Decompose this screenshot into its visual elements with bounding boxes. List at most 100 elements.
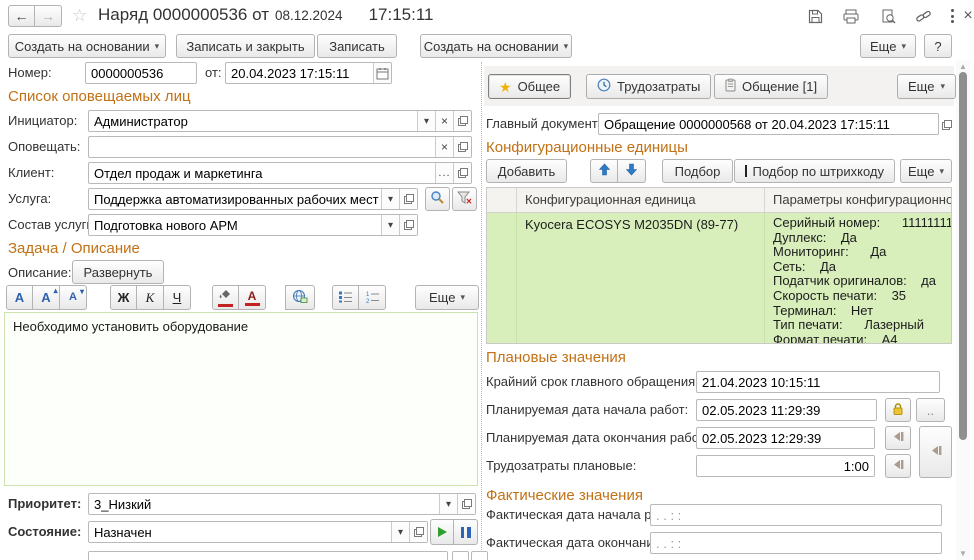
panel-splitter[interactable] [481, 62, 482, 560]
scroll-up-icon[interactable]: ▲ [956, 62, 970, 71]
calendar-icon[interactable] [373, 63, 391, 83]
pause-button[interactable] [454, 519, 478, 545]
initiator-field[interactable]: Администратор ▾ × [88, 110, 472, 132]
expand-button[interactable]: Развернуть [72, 260, 164, 284]
scrollbar-thumb[interactable] [959, 72, 967, 440]
open-icon[interactable] [453, 163, 471, 183]
state-field[interactable]: Назначен ▾ [88, 521, 428, 543]
tab-labor[interactable]: Трудозатраты [586, 74, 711, 99]
client-field[interactable]: Отдел продаж и маркетинга ... [88, 162, 472, 184]
more-button-format[interactable]: Еще ▾ [415, 285, 479, 310]
numbered-list-button[interactable]: 12 [359, 285, 386, 310]
font-decrease-button[interactable]: А▾ [60, 285, 87, 310]
link-icon[interactable] [914, 8, 932, 24]
more-config-label: Еще [908, 164, 934, 179]
plan-end-field[interactable]: 02.05.2023 12:29:39 [696, 427, 875, 449]
fact-end-field[interactable]: . . : : [650, 532, 942, 554]
unit-name-cell: Kyocera ECOSYS M2035DN (89-77) [517, 213, 765, 344]
chevron-down-icon[interactable]: ▾ [439, 494, 457, 514]
chevron-down-icon[interactable]: ▾ [381, 189, 399, 209]
open-icon[interactable] [453, 137, 471, 157]
service-search-button[interactable] [425, 187, 450, 211]
service-value: Поддержка автоматизированных рабочих мес… [89, 192, 381, 207]
save-icon[interactable] [806, 8, 824, 24]
copy-all-planned-button[interactable] [919, 426, 952, 478]
notify-field[interactable]: × [88, 136, 472, 158]
bold-button[interactable]: Ж [110, 285, 137, 310]
clipped-bottom-seg-1[interactable] [452, 551, 469, 560]
nav-back-button[interactable]: ← [8, 5, 35, 27]
pick-button[interactable]: Подбор [662, 159, 733, 183]
chevron-down-icon[interactable]: ▾ [417, 111, 435, 131]
add-button[interactable]: Добавить [486, 159, 567, 183]
pick-barcode-button[interactable]: Подбор по штрихкоду [734, 159, 895, 183]
tab-communication[interactable]: Общение [1] [714, 74, 828, 99]
ellipsis-icon[interactable]: ... [435, 163, 453, 183]
font-icon: А [15, 291, 24, 304]
more-format-label: Еще [429, 290, 455, 305]
plan-start-field[interactable]: 02.05.2023 11:29:39 [696, 399, 877, 421]
service-field[interactable]: Поддержка автоматизированных рабочих мес… [88, 188, 418, 210]
close-icon[interactable]: × [959, 8, 974, 24]
param-line: Формат печати: А4 [773, 333, 943, 344]
chevron-down-icon: ▾ [155, 42, 160, 51]
start-button[interactable] [430, 519, 454, 545]
paint-bucket-icon [218, 288, 233, 303]
table-row[interactable]: Kyocera ECOSYS M2035DN (89-77) Серийный … [487, 213, 951, 344]
copy-plan-end-button[interactable] [885, 426, 911, 450]
scroll-down-icon[interactable]: ▼ [956, 549, 970, 558]
lock-button[interactable] [885, 398, 911, 422]
italic-button[interactable]: К [137, 285, 164, 310]
fill-color-button[interactable] [212, 285, 239, 310]
priority-field[interactable]: 3_Низкий ▾ [88, 493, 476, 515]
font-button[interactable]: А [6, 285, 33, 310]
description-editor[interactable]: Необходимо установить оборудование [4, 312, 478, 486]
save-button[interactable]: Записать [317, 34, 397, 58]
move-down-button[interactable] [618, 159, 646, 183]
main-doc-field[interactable]: Обращение 0000000568 от 20.04.2023 17:15… [598, 113, 939, 135]
move-up-button[interactable] [590, 159, 618, 183]
number-field[interactable]: 0000000536 [85, 62, 197, 84]
create-based-on-button-2[interactable]: Создать на основании ▾ [420, 34, 572, 58]
priority-value: 3_Низкий [89, 497, 439, 512]
tab-general[interactable]: ★ Общее [488, 74, 571, 99]
plan-effort-field[interactable]: 1:00 [696, 455, 875, 477]
nav-forward-button[interactable]: → [35, 5, 62, 27]
clear-icon[interactable]: × [435, 137, 453, 157]
service-content-field[interactable]: Подготовка нового АРМ ▾ [88, 214, 418, 236]
chevron-down-icon[interactable]: ▾ [391, 522, 409, 542]
open-icon[interactable] [457, 494, 475, 514]
open-icon[interactable] [942, 118, 952, 133]
more-button-config[interactable]: Еще ▾ [900, 159, 952, 183]
more-button-tabs[interactable]: Еще ▾ [897, 74, 956, 99]
copy-plan-effort-button[interactable] [885, 454, 911, 478]
config-units-table[interactable]: Конфигурационная единица Параметры конфи… [486, 187, 952, 344]
clipped-bottom-field[interactable] [88, 551, 448, 560]
chevron-down-icon[interactable]: ▾ [381, 215, 399, 235]
open-icon[interactable] [409, 522, 427, 542]
preview-icon[interactable] [879, 8, 897, 24]
bullet-list-button[interactable] [332, 285, 359, 310]
font-color-button[interactable]: А [239, 285, 266, 310]
font-increase-button[interactable]: А▴ [33, 285, 60, 310]
date-field[interactable]: 20.04.2023 17:15:11 [225, 62, 392, 84]
more-button-top[interactable]: Еще ▾ [860, 34, 916, 58]
deadline-field[interactable]: 21.04.2023 10:15:11 [696, 371, 940, 393]
open-icon[interactable] [399, 189, 417, 209]
dots-button[interactable]: .. [916, 398, 945, 422]
open-icon[interactable] [399, 215, 417, 235]
font-size-group: А А▴ А▾ [6, 285, 87, 310]
svg-text:1: 1 [366, 292, 370, 298]
vertical-scrollbar[interactable]: ▲ ▼ [956, 60, 970, 560]
open-icon[interactable] [453, 111, 471, 131]
save-close-button[interactable]: Записать и закрыть [176, 34, 315, 58]
clear-filter-button[interactable]: × [452, 187, 477, 211]
favorite-star-icon[interactable]: ☆ [72, 6, 87, 26]
print-icon[interactable] [842, 8, 860, 24]
help-button[interactable]: ? [924, 34, 952, 58]
underline-button[interactable]: Ч [164, 285, 191, 310]
fact-start-field[interactable]: . . : : [650, 504, 942, 526]
clear-icon[interactable]: × [435, 111, 453, 131]
create-based-on-button[interactable]: Создать на основании ▾ [8, 34, 166, 58]
hyperlink-button[interactable] [285, 285, 315, 310]
